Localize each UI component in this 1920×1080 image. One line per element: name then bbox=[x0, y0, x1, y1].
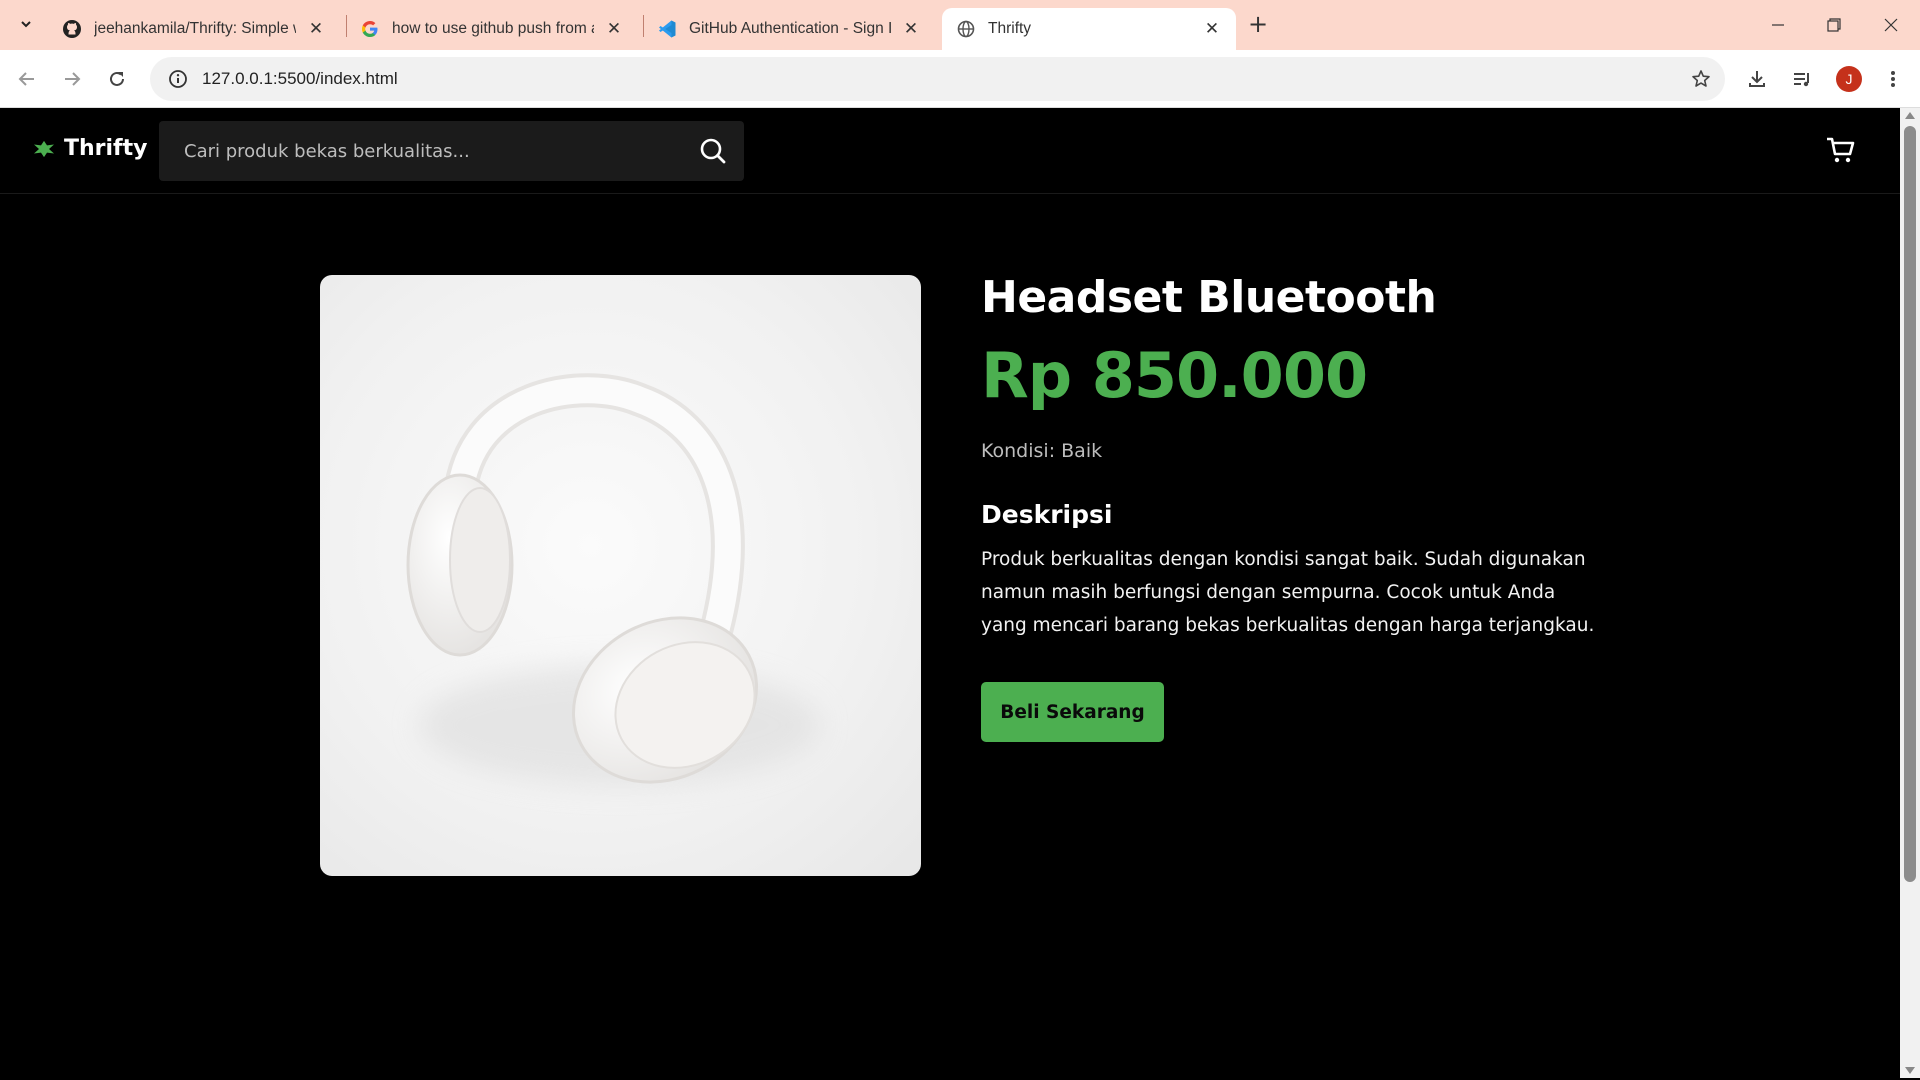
minimize-icon[interactable] bbox=[1758, 8, 1798, 42]
tab-google[interactable]: how to use github push from a ✕ bbox=[346, 8, 638, 50]
new-tab-button[interactable]: + bbox=[1245, 12, 1271, 38]
tab-search-chevron-icon[interactable] bbox=[12, 10, 40, 38]
google-icon bbox=[360, 19, 380, 39]
reload-icon[interactable] bbox=[101, 63, 133, 95]
restore-icon[interactable] bbox=[1814, 8, 1854, 42]
address-bar[interactable]: 127.0.0.1:5500/index.html bbox=[150, 57, 1725, 101]
product-condition: Kondisi: Baik bbox=[981, 440, 1103, 462]
product-info: Headset Bluetooth Rp 850.000 Kondisi: Ba… bbox=[981, 268, 1601, 742]
tab-github[interactable]: jeehankamila/Thrifty: Simple web ✕ bbox=[48, 8, 340, 50]
product-price: Rp 850.000 bbox=[981, 339, 1368, 412]
tab-label: GitHub Authentication - Sign In bbox=[689, 20, 891, 37]
brand-logo[interactable]: Thrifty bbox=[34, 136, 148, 161]
site-header: Thrifty bbox=[0, 108, 1900, 194]
tab-github-auth[interactable]: GitHub Authentication - Sign In ✕ bbox=[643, 8, 935, 50]
profile-avatar[interactable]: J bbox=[1836, 66, 1862, 92]
scroll-up-arrow-icon[interactable] bbox=[1905, 112, 1915, 119]
tab-thrifty[interactable]: Thrifty ✕ bbox=[942, 8, 1236, 50]
search-icon[interactable] bbox=[698, 136, 728, 166]
product-title: Headset Bluetooth bbox=[981, 272, 1437, 323]
close-icon[interactable]: ✕ bbox=[604, 19, 624, 39]
site-info-icon[interactable] bbox=[156, 57, 200, 101]
leaf-logo-icon bbox=[34, 140, 54, 157]
buy-now-button[interactable]: Beli Sekarang bbox=[981, 682, 1164, 742]
page-scrollbar[interactable] bbox=[1900, 108, 1920, 1078]
more-menu-icon[interactable] bbox=[1877, 63, 1909, 95]
browser-tabstrip: jeehankamila/Thrifty: Simple web ✕ how t… bbox=[0, 0, 1920, 50]
product-image bbox=[320, 275, 921, 876]
media-control-icon[interactable] bbox=[1786, 63, 1818, 95]
globe-icon bbox=[956, 19, 976, 39]
bookmark-star-icon[interactable] bbox=[1689, 67, 1713, 91]
tab-label: how to use github push from a bbox=[392, 20, 594, 37]
description-heading: Deskripsi bbox=[981, 500, 1113, 529]
close-icon[interactable]: ✕ bbox=[306, 19, 326, 39]
product-description: Produk berkualitas dengan kondisi sangat… bbox=[981, 549, 1595, 636]
page-viewport: Thrifty Headset Bluetooth Rp 850.000 Kon… bbox=[0, 108, 1900, 1078]
search-bar bbox=[159, 121, 744, 181]
scroll-down-arrow-icon[interactable] bbox=[1905, 1067, 1915, 1074]
download-icon[interactable] bbox=[1741, 63, 1773, 95]
forward-arrow-icon[interactable] bbox=[56, 63, 88, 95]
close-icon[interactable]: ✕ bbox=[901, 19, 921, 39]
back-arrow-icon[interactable] bbox=[11, 63, 43, 95]
cart-icon[interactable] bbox=[1825, 134, 1857, 166]
tab-label: jeehankamila/Thrifty: Simple web bbox=[94, 20, 296, 37]
close-window-icon[interactable] bbox=[1871, 8, 1911, 42]
url-text[interactable]: 127.0.0.1:5500/index.html bbox=[202, 69, 398, 89]
github-icon bbox=[62, 19, 82, 39]
brand-name: Thrifty bbox=[64, 136, 148, 161]
close-icon[interactable]: ✕ bbox=[1202, 19, 1222, 39]
headphones-image bbox=[406, 373, 820, 785]
vscode-icon bbox=[657, 19, 677, 39]
search-input[interactable] bbox=[184, 140, 664, 162]
tab-label: Thrifty bbox=[988, 20, 1032, 37]
browser-toolbar: 127.0.0.1:5500/index.html bbox=[0, 50, 1920, 108]
scrollbar-thumb[interactable] bbox=[1904, 126, 1916, 882]
